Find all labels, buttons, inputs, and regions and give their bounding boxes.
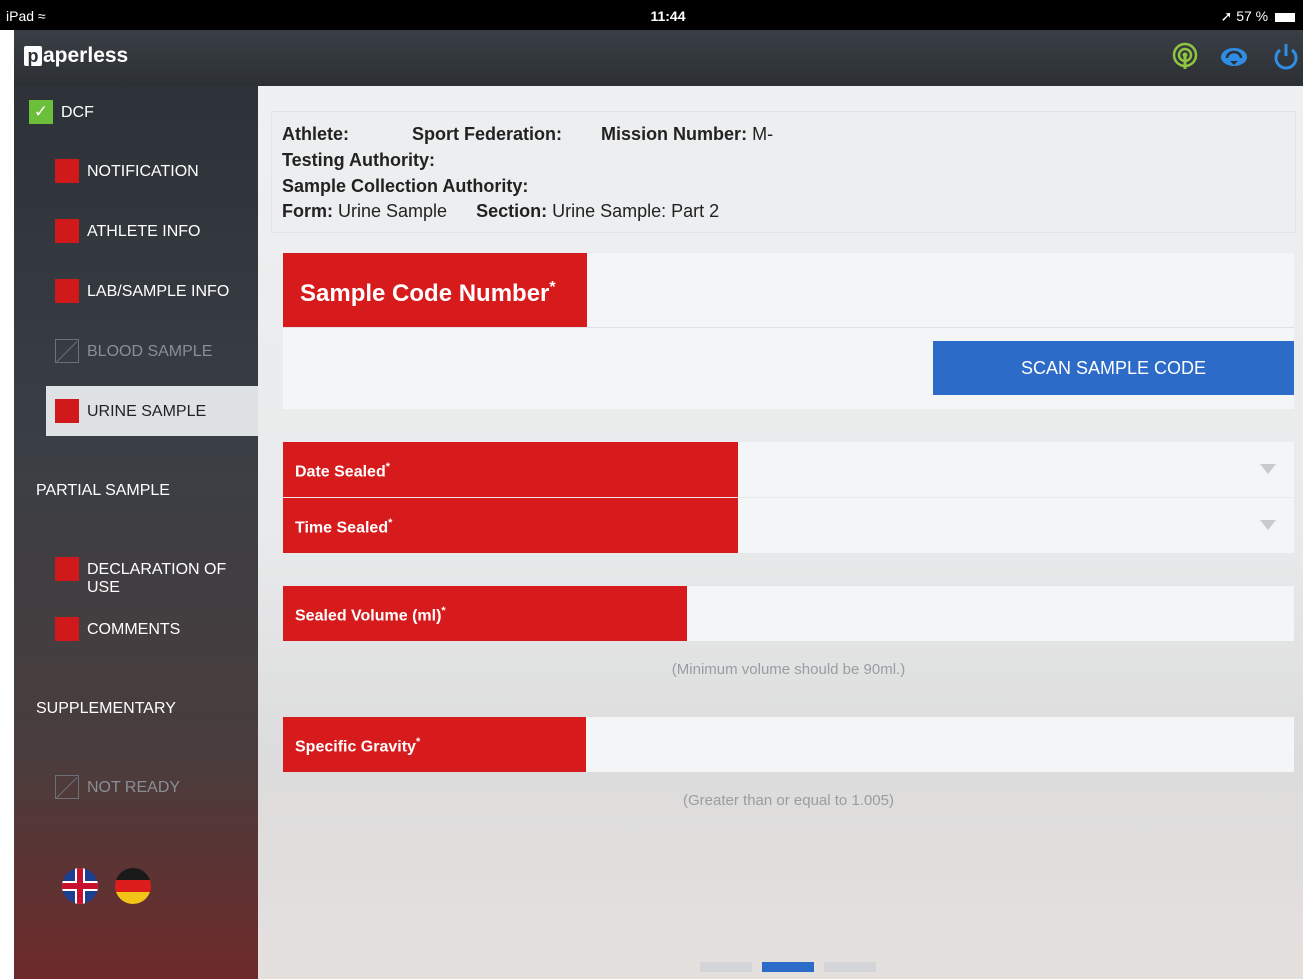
check-icon: ✓ <box>29 100 53 124</box>
sidebar-item-label: ATHLETE INFO <box>87 223 201 240</box>
not-applicable-icon <box>55 339 79 363</box>
status-square-icon <box>55 617 79 641</box>
info-line-2: Testing Authority: <box>282 150 435 171</box>
sealed-volume-label-text: Sealed Volume (ml) <box>295 607 442 625</box>
sidebar-item-declaration-of-use[interactable]: DECLARATION OF USE <box>14 544 258 596</box>
sidebar-item-blood-sample: BLOOD SAMPLE <box>14 326 258 376</box>
athlete-info-panel: Athlete: Sport Federation: Mission Numbe… <box>271 111 1296 233</box>
sidebar-item-label: BLOOD SAMPLE <box>87 343 213 360</box>
sample-code-label: Sample Code Number* <box>283 253 587 327</box>
sealed-volume-field[interactable]: Sealed Volume (ml)* <box>283 586 1294 641</box>
status-square-icon <box>55 279 79 303</box>
status-square-icon <box>55 557 79 581</box>
page-indicator-3[interactable] <box>824 962 876 972</box>
sidebar-dcf-label: DCF <box>61 104 94 121</box>
sidebar-item-label: NOT READY <box>87 779 181 796</box>
power-icon[interactable] <box>1271 42 1301 72</box>
not-applicable-icon <box>55 775 79 799</box>
sidebar-item-label: URINE SAMPLE <box>87 403 207 420</box>
sidebar-item-notification[interactable]: NOTIFICATION <box>14 146 258 196</box>
sidebar: ✓ DCF NOTIFICATION ATHLETE INFO LAB/SAMP… <box>14 86 258 979</box>
date-sealed-label-text: Date Sealed <box>295 463 386 481</box>
sidebar-item-urine-sample[interactable]: URINE SAMPLE <box>46 386 258 436</box>
required-marker: * <box>549 279 556 296</box>
athlete-label: Athlete: <box>282 124 349 144</box>
page-indicator-1[interactable] <box>700 962 752 972</box>
supplementary-heading: SUPPLEMENTARY <box>36 700 176 717</box>
info-line-3: Sample Collection Authority: <box>282 176 528 197</box>
time-sealed-label-text: Time Sealed <box>295 519 389 537</box>
uk-flag-icon[interactable] <box>62 868 98 904</box>
sync-cloud-icon[interactable] <box>1219 42 1249 72</box>
sport-federation-label: Sport Federation: <box>412 124 563 144</box>
logo-text: aperless <box>43 44 129 67</box>
sidebar-item-label: LAB/SAMPLE INFO <box>87 283 230 300</box>
specific-gravity-label: Specific Gravity* <box>283 717 586 772</box>
mission-number-label: Mission Number: <box>601 124 748 144</box>
form-label: Form: <box>282 201 333 221</box>
sidebar-item-lab-sample-info[interactable]: LAB/SAMPLE INFO <box>14 266 258 316</box>
status-square-icon <box>55 159 79 183</box>
required-marker: * <box>385 461 390 473</box>
partial-sample-heading: PARTIAL SAMPLE <box>36 482 170 499</box>
sealed-volume-label: Sealed Volume (ml)* <box>283 586 687 641</box>
info-line-4: Form: Urine Sample Section: Urine Sample… <box>282 201 719 222</box>
app-logo: p aperless <box>24 44 128 68</box>
main-content: Athlete: Sport Federation: Mission Numbe… <box>258 86 1303 979</box>
specific-gravity-hint: (Greater than or equal to 1.005) <box>683 792 894 809</box>
section-value: Urine Sample: Part 2 <box>552 201 720 221</box>
app-header: p aperless <box>14 30 1303 86</box>
date-sealed-label: Date Sealed* <box>283 442 738 497</box>
left-edge <box>0 30 14 979</box>
sidebar-item-label: DECLARATION OF USE <box>87 561 227 596</box>
battery-percent: 57 % <box>1236 8 1269 24</box>
sidebar-item-not-ready: NOT READY <box>14 762 258 812</box>
sealed-volume-hint: (Minimum volume should be 90ml.) <box>671 661 906 678</box>
logo-p-icon: p <box>24 46 42 66</box>
info-line-1: Athlete: Sport Federation: Mission Numbe… <box>282 124 773 145</box>
testing-authority-label: Testing Authority: <box>282 150 435 170</box>
section-label: Section: <box>476 201 548 221</box>
date-sealed-field[interactable]: Date Sealed* <box>283 442 1294 497</box>
required-marker: * <box>441 605 446 617</box>
dropdown-arrow-icon <box>1260 464 1276 474</box>
broadcast-icon[interactable] <box>1170 42 1200 72</box>
status-square-icon <box>55 399 79 423</box>
time-sealed-field[interactable]: Time Sealed* <box>283 498 1294 553</box>
sidebar-item-label: COMMENTS <box>87 621 181 638</box>
sample-collection-authority-label: Sample Collection Authority: <box>282 176 529 196</box>
dropdown-arrow-icon <box>1260 520 1276 530</box>
sidebar-dcf[interactable]: ✓ DCF <box>14 86 258 136</box>
status-bar: iPad ≈ 11:44 ➚ 57 % <box>0 0 1303 30</box>
specific-gravity-field[interactable]: Specific Gravity* <box>283 717 1294 772</box>
page-indicator-2[interactable] <box>762 962 814 972</box>
time-sealed-label: Time Sealed* <box>283 498 738 553</box>
required-marker: * <box>388 517 393 529</box>
scan-sample-code-button[interactable]: SCAN SAMPLE CODE <box>933 341 1294 395</box>
required-marker: * <box>415 736 421 748</box>
sidebar-item-label: NOTIFICATION <box>87 163 199 180</box>
status-square-icon <box>55 219 79 243</box>
mission-number-value: M- <box>752 124 774 144</box>
form-value: Urine Sample <box>338 201 448 221</box>
specific-gravity-label-text: Specific Gravity <box>295 738 416 756</box>
location-icon: ➚ <box>1220 8 1233 24</box>
clock: 11:44 <box>650 8 686 24</box>
battery-icon <box>1275 12 1295 22</box>
sample-code-label-text: Sample Code Number <box>300 280 550 307</box>
sidebar-item-comments[interactable]: COMMENTS <box>14 604 258 654</box>
german-flag-icon[interactable] <box>115 868 151 904</box>
panel-divider <box>283 327 1294 328</box>
battery-status: ➚ 57 % <box>1221 8 1295 25</box>
sidebar-item-athlete-info[interactable]: ATHLETE INFO <box>14 206 258 256</box>
